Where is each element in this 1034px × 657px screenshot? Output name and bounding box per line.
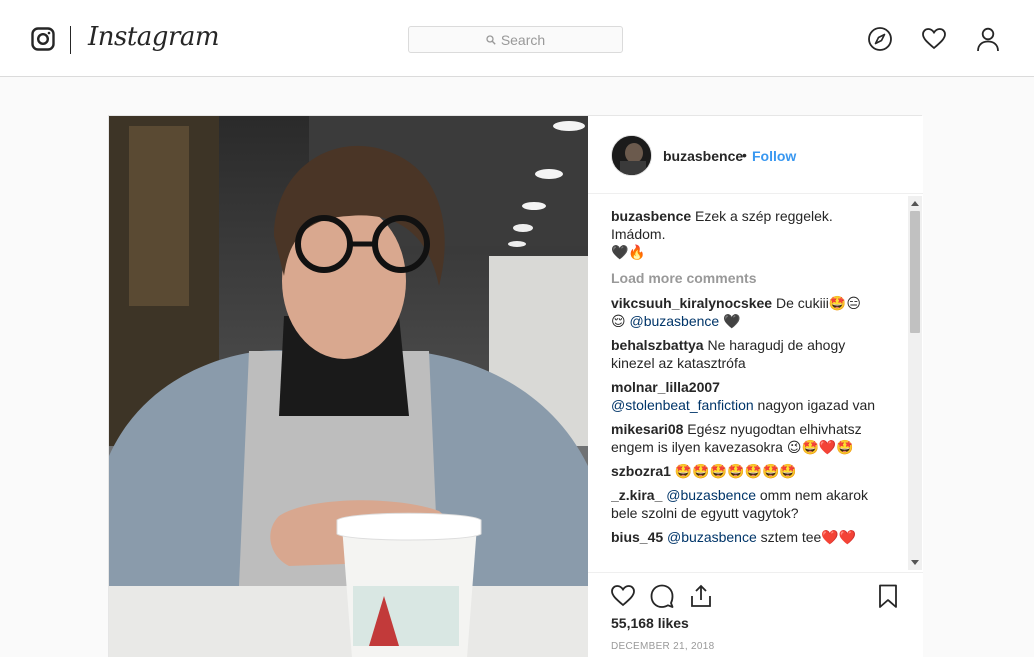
comment-text: nagyon igazad van: [753, 397, 876, 413]
scroll-up-arrow-icon[interactable]: [911, 201, 919, 206]
comment-item: _z.kira_ @buzasbence omm nem akarok bele…: [611, 486, 886, 522]
comment-text: 🖤: [719, 313, 741, 329]
comment-mention[interactable]: @buzasbence: [629, 313, 719, 329]
post-caption: buzasbence Ezek a szép reggelek. Imádom.…: [611, 207, 886, 261]
comment-item: szbozra1 🤩🤩🤩🤩🤩🤩🤩: [611, 462, 886, 480]
comment-item: vikcsuuh_kiralynocskee De cukiii🤩😑 😌 @bu…: [611, 294, 886, 330]
comment-username[interactable]: behalszbattya: [611, 337, 704, 353]
load-more-comments-button[interactable]: Load more comments: [611, 269, 886, 287]
comment-mention[interactable]: @stolenbeat_fanfiction: [611, 397, 754, 413]
caption-username[interactable]: buzasbence: [611, 208, 691, 224]
instagram-glyph-icon[interactable]: [31, 27, 55, 51]
bookmark-icon[interactable]: [875, 583, 901, 609]
post-photo-image: [109, 116, 588, 657]
comment-item: molnar_lilla2007 @stolenbeat_fanfiction …: [611, 378, 886, 414]
comment-text: 😌: [611, 313, 630, 329]
comment-text: sztem tee❤️❤️: [756, 529, 857, 545]
post-photo[interactable]: [109, 116, 588, 657]
heart-icon[interactable]: [921, 26, 947, 52]
post-actions: 55,168 likes DECEMBER 21, 2018: [588, 572, 923, 657]
post-author-username[interactable]: buzasbence: [663, 148, 743, 164]
comment-icon[interactable]: [649, 583, 675, 609]
top-navbar: Instagram Search: [0, 0, 1034, 77]
separator-dot: •: [742, 147, 747, 163]
profile-icon[interactable]: [975, 26, 1001, 52]
scrollbar-thumb[interactable]: [910, 211, 920, 333]
comments-list: buzasbence Ezek a szép reggelek. Imádom.…: [611, 207, 886, 573]
comment-item: behalszbattya Ne haragudj de ahogy kinez…: [611, 336, 886, 372]
comment-username[interactable]: molnar_lilla2007: [611, 379, 720, 395]
search-icon: [486, 34, 496, 45]
comment-item: mikesari08 Egész nyugodtan elhivhatsz en…: [611, 420, 886, 456]
search-placeholder: Search: [500, 31, 546, 48]
post-date[interactable]: DECEMBER 21, 2018: [611, 641, 714, 652]
post-card: buzasbence • Follow buzasbence Ezek a sz…: [108, 115, 923, 657]
avatar[interactable]: [611, 135, 652, 176]
comment-username[interactable]: szbozra1: [611, 463, 671, 479]
post-sidebar: buzasbence • Follow buzasbence Ezek a sz…: [588, 116, 923, 657]
follow-button[interactable]: Follow: [752, 148, 796, 164]
comment-item: bius_45 @buzasbence sztem tee❤️❤️: [611, 528, 886, 546]
instagram-wordmark[interactable]: Instagram: [88, 22, 220, 52]
comments-scrollbar[interactable]: [908, 196, 922, 570]
logo-divider: [70, 26, 71, 54]
search-input[interactable]: Search: [408, 26, 623, 53]
share-icon[interactable]: [688, 583, 714, 609]
compass-icon[interactable]: [867, 26, 893, 52]
comment-text: De cukiii🤩😑: [776, 295, 861, 311]
like-icon[interactable]: [610, 583, 636, 609]
scroll-down-arrow-icon[interactable]: [911, 560, 919, 565]
post-header: buzasbence • Follow: [588, 116, 923, 194]
caption-emoji: 🖤🔥: [611, 244, 646, 260]
comment-username[interactable]: vikcsuuh_kiralynocskee: [611, 295, 772, 311]
comment-username[interactable]: _z.kira_: [611, 487, 662, 503]
comment-username[interactable]: mikesari08: [611, 421, 683, 437]
comment-username[interactable]: bius_45: [611, 529, 663, 545]
comment-mention[interactable]: @buzasbence: [666, 487, 756, 503]
likes-count[interactable]: 55,168 likes: [611, 615, 689, 631]
comment-mention[interactable]: @buzasbence: [667, 529, 757, 545]
comment-text: 🤩🤩🤩🤩🤩🤩🤩: [674, 463, 797, 479]
